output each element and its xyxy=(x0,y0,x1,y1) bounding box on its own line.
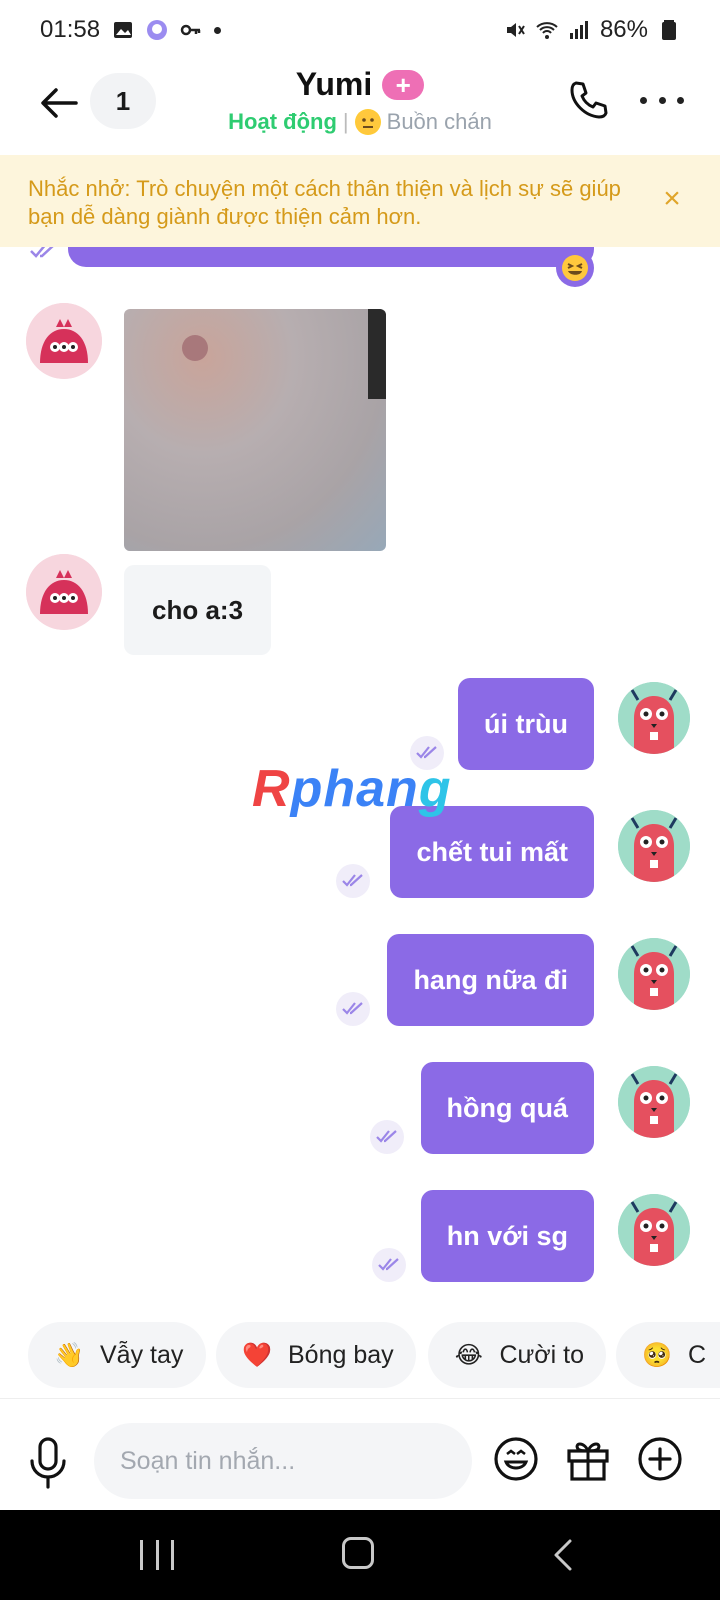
chat-area[interactable]: cho a:3 úi trùu chết tui mất hang nữa đi… xyxy=(0,247,720,1307)
gallery-icon xyxy=(114,22,133,38)
laughing-tears-icon: 😂 xyxy=(454,1341,483,1369)
mood-status: Buồn chán xyxy=(386,109,492,134)
presence-line: Hoạt động | Buồn chán xyxy=(200,109,520,135)
outgoing-row: úi trùu xyxy=(0,678,720,770)
read-check-icon xyxy=(30,247,54,258)
more-icon[interactable] xyxy=(640,80,684,120)
phone-icon[interactable] xyxy=(566,78,610,122)
status-bar: 01:58 86% xyxy=(0,0,720,60)
gift-icon[interactable] xyxy=(564,1435,612,1483)
quick-reply-pleading[interactable]: 🥺 C xyxy=(616,1322,720,1388)
more-dot xyxy=(640,96,647,104)
watermark-logo: Rphang xyxy=(252,759,452,819)
nav-back-icon[interactable] xyxy=(548,1538,578,1572)
quick-reply-balloon[interactable]: ❤️ Bóng bay xyxy=(216,1322,416,1388)
my-avatar[interactable] xyxy=(618,938,690,1010)
read-check-icon xyxy=(372,1248,406,1282)
title-block[interactable]: Yumi + Hoạt động | Buồn chán xyxy=(200,66,520,135)
recent-apps-icon[interactable] xyxy=(140,1540,174,1570)
mute-icon xyxy=(506,23,525,37)
incoming-message[interactable]: cho a:3 xyxy=(124,565,272,655)
chip-label: Bóng bay xyxy=(288,1340,394,1369)
mic-icon[interactable] xyxy=(26,1437,70,1489)
outgoing-message[interactable]: hn với sg xyxy=(420,1190,594,1282)
home-icon[interactable] xyxy=(342,1537,374,1569)
reminder-banner: Nhắc nhở: Trò chuyện một cách thân thiện… xyxy=(0,155,720,247)
contact-avatar[interactable] xyxy=(26,303,102,379)
my-avatar[interactable] xyxy=(618,682,690,754)
laughing-face-icon xyxy=(562,255,588,281)
emoji-icon[interactable] xyxy=(492,1435,540,1483)
chip-label: Vẫy tay xyxy=(100,1340,184,1369)
outgoing-message[interactable]: úi trùu xyxy=(458,678,594,770)
outgoing-message[interactable]: hồng quá xyxy=(420,1062,594,1154)
watermark-part: g xyxy=(418,760,452,818)
quick-reply-wave[interactable]: 👋 Vẫy tay xyxy=(28,1322,206,1388)
dot-icon xyxy=(214,26,222,34)
system-nav-bar xyxy=(0,1510,720,1600)
title-row: Yumi + xyxy=(200,66,520,103)
back-arrow-icon[interactable] xyxy=(36,80,82,126)
outgoing-message[interactable]: hang nữa đi xyxy=(387,934,594,1026)
photo-detail xyxy=(182,335,208,361)
active-status: Hoạt động xyxy=(228,109,337,134)
outgoing-row: hn với sg xyxy=(0,1190,720,1282)
outgoing-row: hồng quá xyxy=(0,1062,720,1154)
composer-bar xyxy=(0,1398,720,1508)
quick-reply-laugh[interactable]: 😂 Cười to xyxy=(428,1322,606,1388)
status-right: 86% xyxy=(504,16,680,44)
contact-avatar[interactable] xyxy=(26,554,102,630)
plus-badge: + xyxy=(382,69,425,100)
read-check-icon xyxy=(336,992,370,1026)
reaction-badge[interactable] xyxy=(556,249,594,287)
received-photo[interactable] xyxy=(124,309,386,551)
my-avatar[interactable] xyxy=(618,1066,690,1138)
watermark-part: R xyxy=(252,760,291,818)
outgoing-row: chết tui mất xyxy=(0,806,720,898)
quick-reply-bar: 👋 Vẫy tay ❤️ Bóng bay 😂 Cười to 🥺 C xyxy=(0,1322,720,1388)
waving-hand-icon: 👋 xyxy=(54,1341,84,1369)
pleading-face-icon: 🥺 xyxy=(642,1341,672,1369)
photo-edge xyxy=(368,309,386,399)
chip-label: Cười to xyxy=(499,1340,584,1369)
separator: | xyxy=(342,109,349,134)
unread-count-badge[interactable]: 1 xyxy=(90,73,156,129)
watermark-part: phan xyxy=(290,760,419,818)
more-dot xyxy=(677,96,684,104)
previous-message-bubble[interactable] xyxy=(68,247,594,267)
my-avatar[interactable] xyxy=(618,810,690,882)
status-left: 01:58 xyxy=(40,16,222,44)
close-icon[interactable]: × xyxy=(658,184,686,214)
outgoing-message[interactable]: chết tui mất xyxy=(390,806,594,898)
neutral-face-icon xyxy=(354,109,381,135)
battery-percent: 86% xyxy=(599,16,648,43)
outgoing-row: hang nữa đi xyxy=(0,934,720,1026)
status-time: 01:58 xyxy=(40,16,101,43)
read-check-icon xyxy=(370,1120,404,1154)
contact-name: Yumi xyxy=(295,66,373,102)
signal-icon xyxy=(569,21,588,39)
key-icon xyxy=(180,24,201,36)
wifi-icon xyxy=(536,22,558,39)
app-notification-icon xyxy=(147,20,168,40)
my-avatar[interactable] xyxy=(618,1194,690,1266)
battery-icon xyxy=(662,20,676,40)
chip-label: C xyxy=(688,1340,707,1369)
plus-icon[interactable] xyxy=(636,1435,684,1483)
more-dot xyxy=(658,96,666,104)
reminder-text: Nhắc nhở: Trò chuyện một cách thân thiện… xyxy=(28,176,621,229)
chat-header: 1 Yumi + Hoạt động | Buồn chán xyxy=(0,60,720,155)
message-input[interactable] xyxy=(94,1423,472,1499)
read-check-icon xyxy=(336,864,370,898)
heart-icon: ❤️ xyxy=(242,1341,272,1369)
